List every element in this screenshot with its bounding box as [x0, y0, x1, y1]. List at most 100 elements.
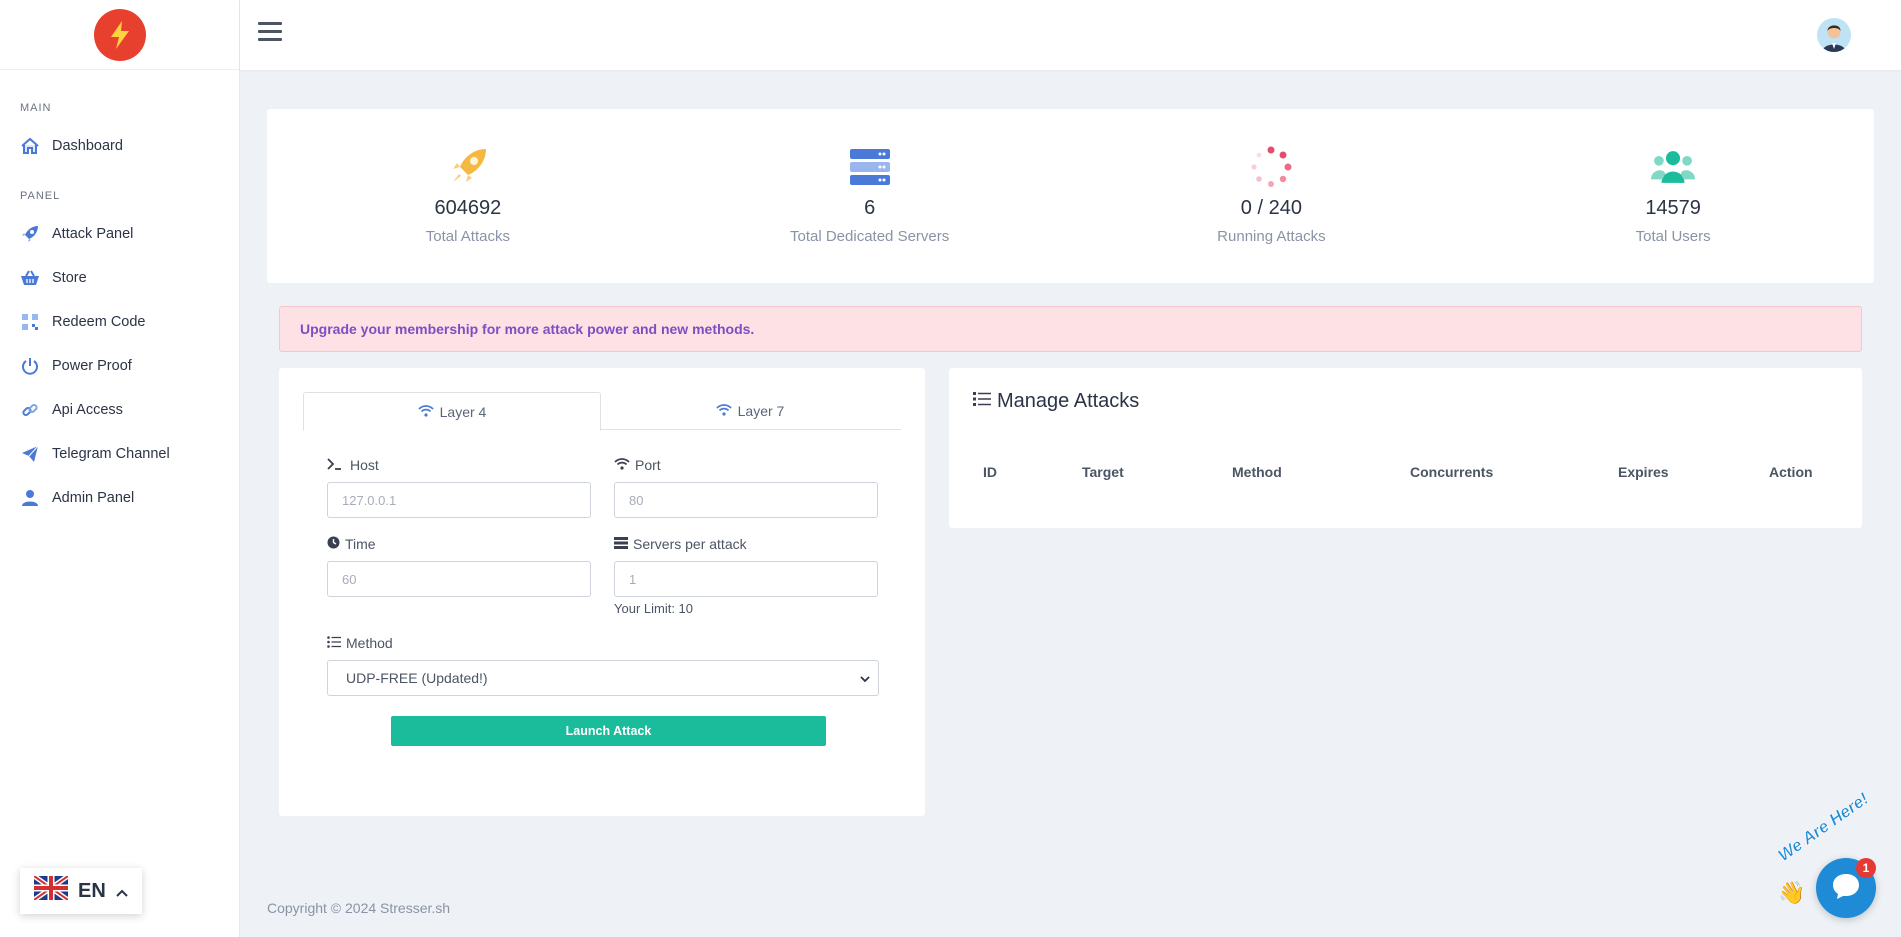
waving-hand-icon: 👋 [1778, 880, 1806, 905]
stat-running-attacks: 0 / 240 Running Attacks [1071, 109, 1473, 283]
hamburger-menu-icon[interactable] [258, 22, 282, 44]
stat-value: 604692 [434, 197, 502, 219]
sidebar-item-redeem-code[interactable]: Redeem Code [0, 300, 239, 344]
stat-label: Total Attacks [425, 228, 510, 245]
stat-label: Running Attacks [1217, 228, 1326, 245]
terminal-icon [327, 457, 345, 473]
sidebar-item-label: Admin Panel [52, 490, 135, 506]
method-select[interactable]: UDP-FREE (Updated!) [327, 660, 879, 696]
sidebar: MAIN Dashboard PANEL Attack Panel Store … [0, 0, 240, 937]
nav-section-main: MAIN [20, 102, 52, 114]
host-label: Host [350, 457, 379, 473]
port-field: Port [614, 456, 878, 518]
time-label-row: Time [327, 535, 591, 553]
host-input[interactable] [327, 482, 591, 518]
sidebar-item-label: Redeem Code [52, 314, 146, 330]
host-field: Host [327, 456, 591, 518]
stat-value: 0 / 240 [1240, 197, 1302, 219]
stat-dedicated-servers: 6 Total Dedicated Servers [669, 109, 1071, 283]
attack-form-card: Layer 4 Layer 7 Host Port Time Servers p… [279, 368, 925, 816]
sidebar-item-attack-panel[interactable]: Attack Panel [0, 212, 239, 256]
stats-card: 604692 Total Attacks 6 Total Dedicated S… [267, 109, 1874, 283]
home-icon [20, 136, 40, 156]
time-label: Time [345, 536, 376, 552]
sidebar-item-store[interactable]: Store [0, 256, 239, 300]
server-icon [848, 145, 892, 189]
chevron-down-icon [860, 670, 870, 686]
column-header-concurrents: Concurrents [1410, 464, 1494, 480]
sidebar-item-label: Telegram Channel [52, 446, 170, 462]
user-avatar[interactable] [1817, 18, 1851, 52]
qr-code-icon [20, 312, 40, 332]
manage-attacks-card: Manage Attacks ID Target Method Concurre… [949, 368, 1862, 528]
method-label-row: Method [327, 634, 879, 652]
language-selector[interactable]: EN [20, 868, 142, 914]
port-input[interactable] [614, 482, 878, 518]
wifi-icon [716, 403, 732, 419]
launch-attack-button[interactable]: Launch Attack [391, 716, 826, 746]
tab-label: Layer 7 [737, 403, 785, 419]
stat-total-attacks: 604692 Total Attacks [267, 109, 669, 283]
server-icon [614, 536, 628, 552]
sidebar-item-label: Power Proof [52, 358, 132, 374]
user-icon [20, 488, 40, 508]
wifi-icon [418, 404, 434, 420]
manage-attacks-title-row: Manage Attacks [973, 390, 1139, 413]
port-label: Port [635, 457, 661, 473]
sidebar-item-telegram-channel[interactable]: Telegram Channel [0, 432, 239, 476]
column-header-id: ID [983, 464, 997, 480]
sidebar-item-label: Dashboard [52, 138, 123, 154]
rocket-icon [20, 224, 40, 244]
wifi-icon [614, 457, 630, 473]
host-label-row: Host [327, 456, 591, 474]
footer-copyright: Copyright © 2024 Stresser.sh [267, 900, 451, 916]
tab-label: Layer 4 [439, 403, 487, 420]
stat-total-users: 14579 Total Users [1472, 109, 1874, 283]
stat-label: Total Users [1635, 228, 1711, 245]
upgrade-alert: Upgrade your membership for more attack … [279, 306, 1862, 352]
chevron-up-icon [116, 880, 128, 903]
sidebar-item-power-proof[interactable]: Power Proof [0, 344, 239, 388]
column-header-action: Action [1769, 464, 1813, 480]
sidebar-item-dashboard[interactable]: Dashboard [0, 124, 239, 168]
logo-area [0, 0, 239, 70]
sidebar-item-label: Store [52, 270, 87, 286]
list-icon [327, 635, 341, 651]
method-label: Method [346, 635, 393, 651]
chat-tagline: We Are Here! [1774, 788, 1873, 866]
servers-input[interactable] [614, 561, 878, 597]
basket-icon [20, 268, 40, 288]
chat-bubble-icon [1831, 872, 1861, 905]
servers-limit-text: Your Limit: 10 [614, 601, 694, 616]
sidebar-item-label: Api Access [52, 402, 123, 418]
list-icon [973, 390, 991, 413]
stat-value: 6 [864, 197, 876, 219]
stat-value: 14579 [1645, 197, 1701, 219]
chat-notification-badge: 1 [1856, 858, 1876, 878]
method-selected-value: UDP-FREE (Updated!) [346, 670, 488, 686]
nav-section-panel: PANEL [20, 190, 61, 202]
layer-tabs: Layer 4 Layer 7 [303, 392, 901, 431]
tab-layer-4[interactable]: Layer 4 [303, 392, 601, 431]
servers-field: Servers per attack Your Limit: 10 [614, 535, 878, 616]
topbar [240, 0, 1901, 70]
column-header-target: Target [1082, 464, 1124, 480]
stat-label: Total Dedicated Servers [790, 228, 950, 245]
lightning-logo-icon[interactable] [93, 8, 146, 61]
paper-plane-icon [20, 444, 40, 464]
time-field: Time [327, 535, 591, 597]
time-input[interactable] [327, 561, 591, 597]
link-icon [20, 400, 40, 420]
manage-attacks-title: Manage Attacks [997, 390, 1140, 412]
sidebar-item-admin-panel[interactable]: Admin Panel [0, 476, 239, 520]
rocket-icon [446, 145, 490, 189]
sidebar-item-api-access[interactable]: Api Access [0, 388, 239, 432]
port-label-row: Port [614, 456, 878, 474]
language-code: EN [78, 879, 106, 902]
power-icon [20, 356, 40, 376]
tab-layer-7[interactable]: Layer 7 [601, 392, 899, 430]
column-header-method: Method [1232, 464, 1282, 480]
servers-label-row: Servers per attack [614, 535, 878, 553]
column-header-expires: Expires [1618, 464, 1669, 480]
sidebar-item-label: Attack Panel [52, 226, 134, 242]
